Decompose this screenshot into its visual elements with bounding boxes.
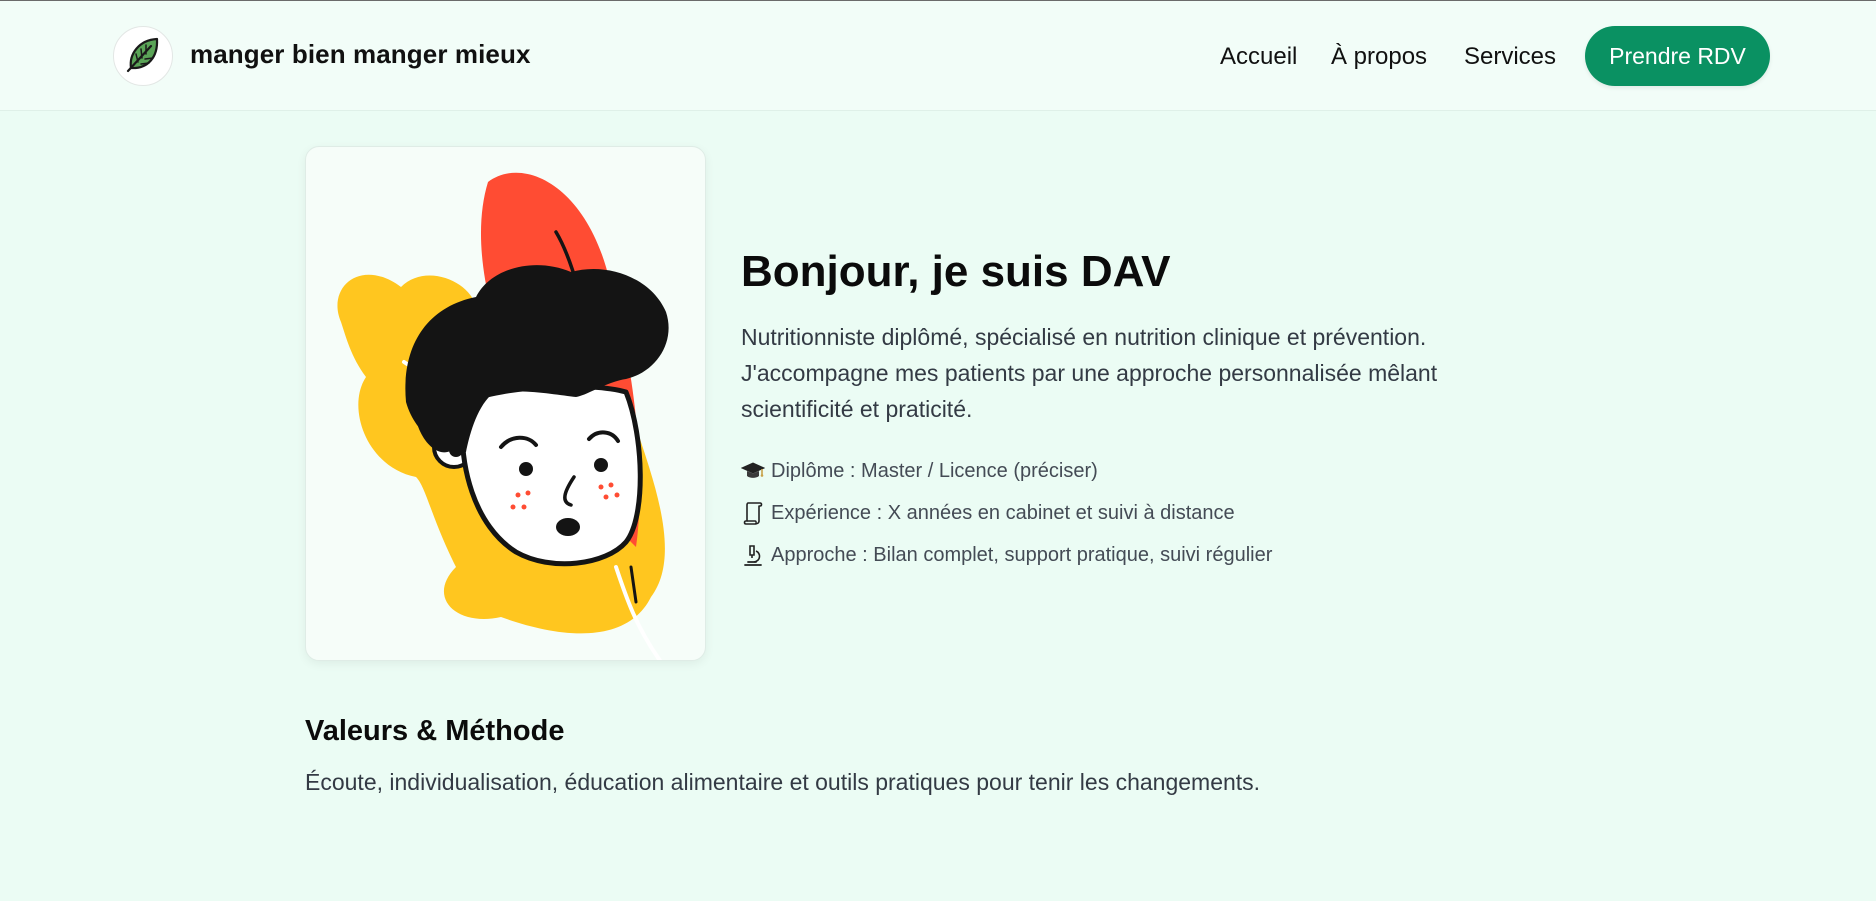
home-logo-link[interactable] bbox=[113, 26, 173, 86]
page: manger bien manger mieux Accueil À propo… bbox=[0, 0, 1876, 901]
fact-approach-text: Approche : Bilan complet, support pratiq… bbox=[771, 543, 1273, 566]
cartoon-avatar-illustration bbox=[337, 172, 669, 660]
fact-experience-text: Expérience : X années en cabinet et suiv… bbox=[771, 501, 1235, 524]
nav-link-a-propos[interactable]: À propos bbox=[1331, 43, 1427, 71]
scroll-icon bbox=[741, 501, 765, 525]
brand-name[interactable]: manger bien manger mieux bbox=[190, 39, 531, 70]
book-appointment-button[interactable]: Prendre RDV bbox=[1585, 26, 1770, 86]
microscope-icon bbox=[741, 543, 765, 567]
fact-approach: Approche : Bilan complet, support pratiq… bbox=[741, 534, 1272, 576]
leaf-icon bbox=[121, 32, 165, 81]
hero-title: Bonjour, je suis DAV bbox=[741, 247, 1171, 296]
nav-link-accueil[interactable]: Accueil bbox=[1220, 43, 1297, 71]
values-section-text: Écoute, individualisation, éducation ali… bbox=[305, 769, 1261, 795]
portrait-card bbox=[305, 146, 706, 661]
nav-link-services[interactable]: Services bbox=[1464, 43, 1556, 71]
fact-diploma: Diplôme : Master / Licence (préciser) bbox=[741, 450, 1272, 492]
fact-experience: Expérience : X années en cabinet et suiv… bbox=[741, 492, 1272, 534]
facts-list: Diplôme : Master / Licence (préciser) Ex… bbox=[741, 450, 1272, 576]
hero-description: Nutritionniste diplômé, spécialisé en nu… bbox=[741, 324, 1438, 422]
site-header: manger bien manger mieux Accueil À propo… bbox=[0, 1, 1876, 111]
graduation-cap-icon bbox=[741, 459, 765, 483]
values-section-title: Valeurs & Méthode bbox=[305, 715, 565, 747]
fact-diploma-text: Diplôme : Master / Licence (préciser) bbox=[771, 459, 1098, 482]
